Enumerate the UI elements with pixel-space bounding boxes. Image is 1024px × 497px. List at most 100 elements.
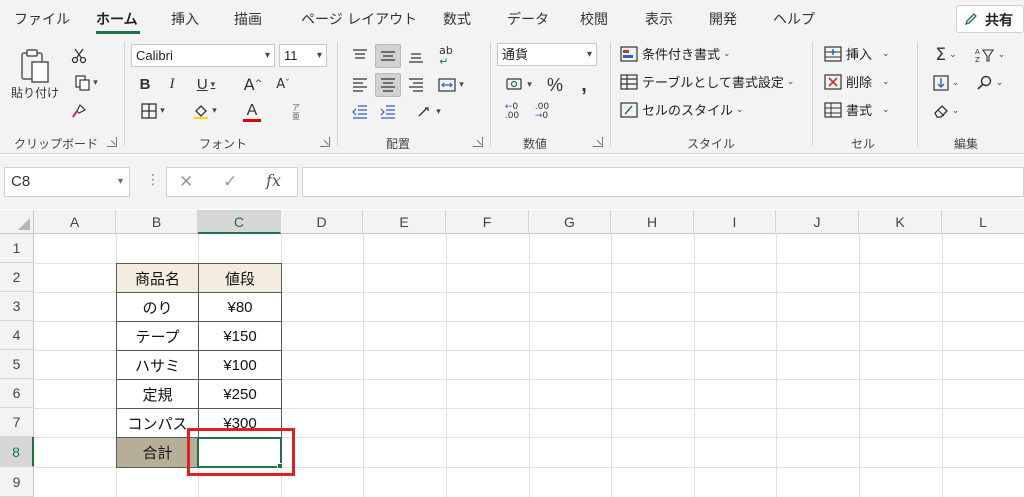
cell-c2-header-price[interactable]: 値段 [198,263,282,293]
cell-c5[interactable]: ¥100 [198,350,282,380]
tab-formulas[interactable]: 数式 [443,9,471,29]
insert-cells-button[interactable]: 挿入 ⌄ [824,44,890,63]
align-middle-button[interactable] [375,44,401,68]
percent-style-button[interactable]: % [543,73,567,97]
align-top-button[interactable] [347,44,373,68]
column-header-i[interactable]: I [694,210,776,234]
cell-c3[interactable]: ¥80 [198,292,282,322]
italic-button[interactable]: I [161,73,183,95]
select-all-button[interactable] [0,210,34,234]
fill-handle[interactable] [277,463,283,469]
column-header-f[interactable]: F [446,210,529,234]
share-button[interactable]: 共有 [956,5,1024,33]
tab-draw[interactable]: 描画 [234,9,262,29]
row-header-6[interactable]: 6 [0,379,34,408]
tab-view[interactable]: 表示 [645,9,673,29]
font-size-select[interactable]: 11 ▾ [279,44,327,67]
format-cells-button[interactable]: 書式 ⌄ [824,100,890,119]
row-header-9[interactable]: 9 [0,467,34,497]
number-format-select[interactable]: 通貨 ▾ [497,43,597,66]
decrease-font-button[interactable]: Aˇ [270,73,296,95]
column-header-l[interactable]: L [942,210,1024,234]
row-header-4[interactable]: 4 [0,321,34,350]
cell-c7[interactable]: ¥300 [198,408,282,438]
paste-button[interactable]: 貼り付け [10,44,60,104]
cut-button[interactable] [64,45,94,67]
name-box[interactable]: C8 ▾ [4,167,130,197]
tab-help[interactable]: ヘルプ [773,9,815,29]
tab-page-layout[interactable]: ページ レイアウト [301,9,417,29]
column-header-d[interactable]: D [281,210,363,234]
orientation-button[interactable]: ab ↵ [433,42,459,70]
number-launcher-icon[interactable] [593,137,603,147]
tab-review[interactable]: 校閲 [580,9,608,29]
autosum-button[interactable]: Σ ⌄ [926,44,966,66]
fill-color-button[interactable]: ▾ [185,100,225,122]
cell-b7[interactable]: コンパス [116,408,199,438]
font-color-button[interactable]: A [232,100,272,124]
clear-button[interactable]: ⌄ [926,100,966,122]
underline-button[interactable]: U ▾ [188,73,224,95]
decrease-decimal-button[interactable]: .00 →0 [529,100,555,124]
tab-home[interactable]: ホーム [96,9,138,29]
cell-b8-total-label[interactable]: 合計 [116,437,199,468]
cell-styles-button[interactable]: セルのスタイル ⌄ [620,100,744,119]
row-header-3[interactable]: 3 [0,292,34,321]
increase-indent-button[interactable] [375,101,401,123]
text-orientation-button[interactable]: ▾ [409,101,449,123]
find-select-button[interactable]: ⌄ [970,72,1010,94]
insert-function-icon[interactable]: fx [266,171,281,190]
enter-icon[interactable]: ✓ [223,172,237,192]
column-header-b[interactable]: B [116,210,198,234]
align-left-button[interactable] [347,73,373,97]
decrease-indent-button[interactable] [347,101,373,123]
row-header-7[interactable]: 7 [0,408,34,437]
accounting-format-button[interactable]: ▾ [499,73,539,97]
increase-font-button[interactable]: A ^ [240,73,266,95]
column-header-k[interactable]: K [859,210,942,234]
row-header-1[interactable]: 1 [0,234,34,263]
merge-center-button[interactable]: ▾ [431,73,471,97]
formula-input[interactable] [302,167,1024,197]
align-right-button[interactable] [403,73,429,97]
delete-cells-button[interactable]: 削除 ⌄ [824,72,890,91]
tab-file[interactable]: ファイル [14,9,70,29]
cancel-icon[interactable]: ✕ [179,172,193,192]
sort-filter-button[interactable]: A Z ⌄ [970,44,1010,66]
row-header-5[interactable]: 5 [0,350,34,379]
row-header-8[interactable]: 8 [0,437,34,467]
font-name-select[interactable]: Calibri ▾ [131,44,275,67]
cell-b6[interactable]: 定規 [116,379,199,409]
column-header-e[interactable]: E [363,210,446,234]
phonetic-guide-button[interactable]: ア亜 [284,100,308,124]
font-launcher-icon[interactable] [320,137,330,147]
column-header-a[interactable]: A [34,210,116,234]
column-header-c[interactable]: C [198,210,281,234]
align-center-button[interactable] [375,73,401,97]
column-header-g[interactable]: G [529,210,611,234]
cell-c8-selected[interactable] [197,437,282,468]
formula-bar-grip-icon[interactable]: ⋮ [146,172,160,188]
conditional-formatting-button[interactable]: 条件付き書式 ⌄ [620,44,731,63]
tab-data[interactable]: データ [507,9,549,29]
cell-c6[interactable]: ¥250 [198,379,282,409]
tab-developer[interactable]: 開発 [709,9,737,29]
borders-button[interactable]: ▾ [133,100,173,122]
alignment-launcher-icon[interactable] [473,137,483,147]
tab-insert[interactable]: 挿入 [171,9,199,29]
row-header-2[interactable]: 2 [0,263,34,292]
cell-b3[interactable]: のり [116,292,199,322]
column-header-j[interactable]: J [776,210,859,234]
align-bottom-button[interactable] [403,44,429,68]
column-header-h[interactable]: H [611,210,694,234]
fill-button[interactable]: ⌄ [926,72,966,94]
clipboard-launcher-icon[interactable] [107,137,117,147]
copy-button[interactable]: ▾ [64,72,108,94]
cell-c4[interactable]: ¥150 [198,321,282,351]
comma-style-button[interactable]: , [573,73,595,97]
format-as-table-button[interactable]: テーブルとして書式設定 ⌄ [620,72,794,91]
format-painter-button[interactable] [64,100,94,122]
increase-decimal-button[interactable]: ←0.00 [499,100,525,124]
bold-button[interactable]: B [134,73,156,95]
cell-b5[interactable]: ハサミ [116,350,199,380]
